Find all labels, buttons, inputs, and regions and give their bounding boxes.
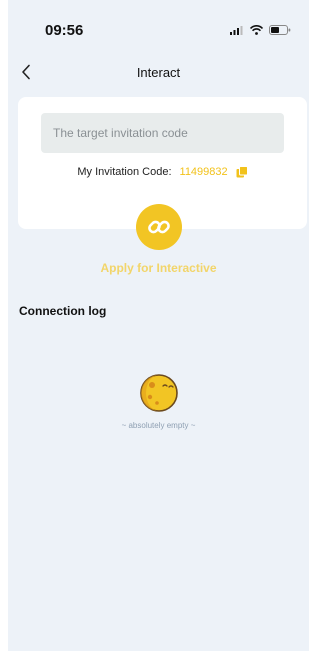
copy-icon [236,166,248,178]
interact-screen: 09:56 Interact The target invitation cod… [8,0,309,651]
copy-button[interactable] [236,166,248,178]
status-icons [230,25,291,35]
link-icon-circle [135,204,182,250]
battery-icon [269,25,291,35]
link-icon [147,220,170,234]
my-code-value: 11499832 [179,166,228,178]
moon-icon [139,374,178,412]
apply-for-interactive-button[interactable]: Apply for Interactive [8,204,309,275]
status-time: 09:56 [45,22,84,39]
apply-label: Apply for Interactive [100,261,217,275]
invitation-code-input[interactable] [41,113,284,153]
nav-bar: Interact [8,56,309,90]
wifi-icon [250,25,263,35]
empty-state-text: ~ absolutely empty ~ [121,421,196,430]
status-bar: 09:56 [8,0,309,56]
signal-icon [230,25,243,35]
page-title: Interact [136,65,181,80]
connection-log-title: Connection log [19,304,107,318]
my-invitation-code-row: My Invitation Code: 11499832 [18,166,307,178]
empty-state: ~ absolutely empty ~ [8,373,309,430]
my-code-label: My Invitation Code: [77,166,172,178]
